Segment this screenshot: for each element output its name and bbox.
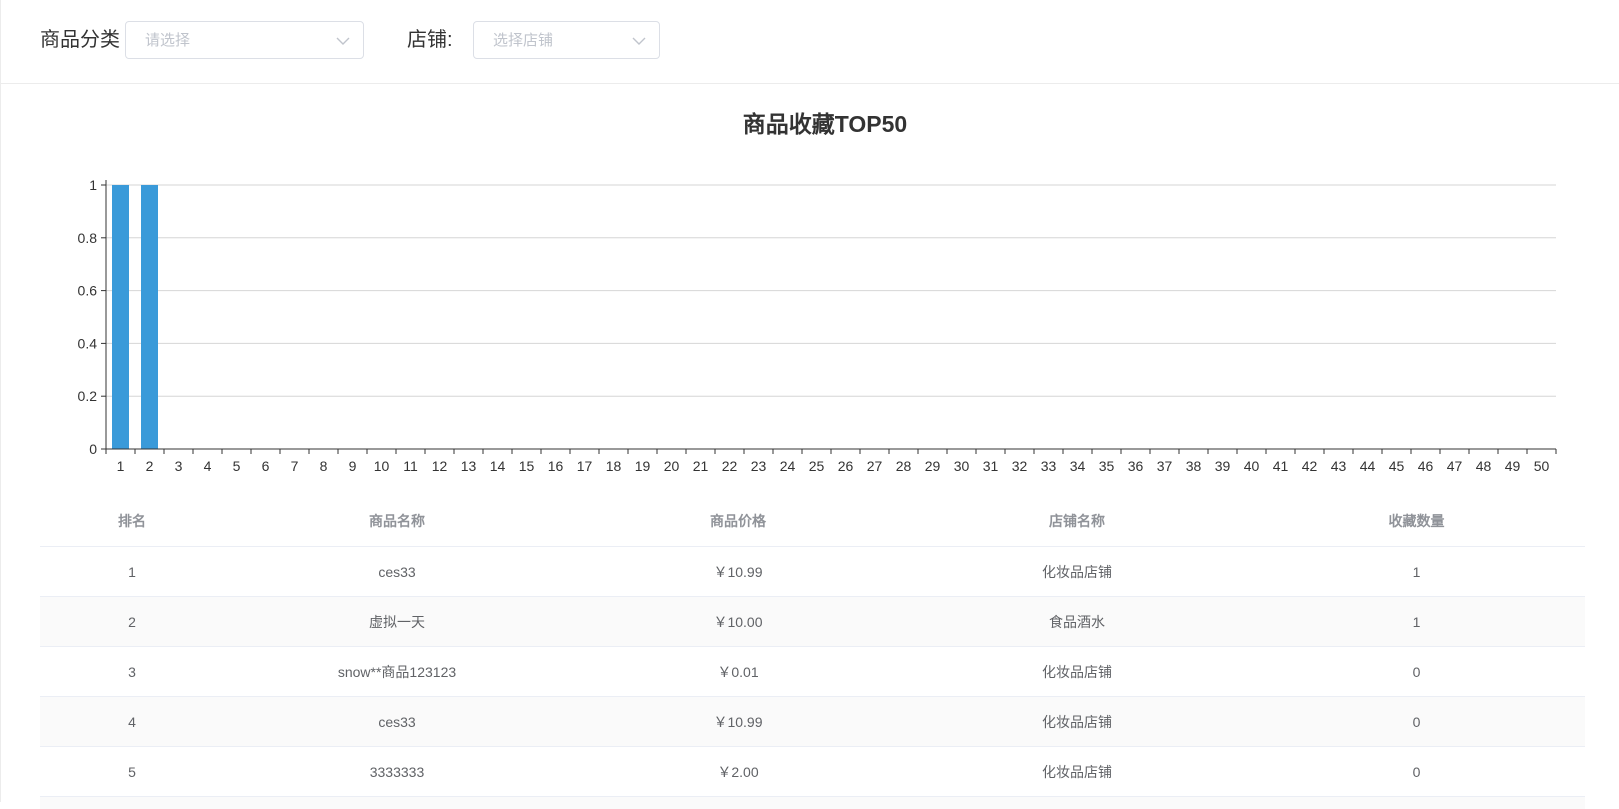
x-tick-label: 36 [1128, 458, 1144, 474]
x-tick-label: 30 [954, 458, 970, 474]
x-tick-label: 6 [262, 458, 270, 474]
x-tick-label: 37 [1157, 458, 1173, 474]
table-row: 5 3333333 ￥2.00 化妆品店铺 0 [40, 747, 1585, 797]
x-tick-label: 24 [780, 458, 796, 474]
cell-product-name: ces33 [224, 547, 570, 597]
x-tick-label: 46 [1418, 458, 1434, 474]
x-tick-label: 31 [983, 458, 999, 474]
y-tick-label: 0.2 [78, 388, 98, 404]
x-tick-label: 42 [1302, 458, 1318, 474]
x-tick-label: 28 [896, 458, 912, 474]
cell-product-price: ￥10.99 [570, 697, 906, 747]
x-tick-label: 9 [349, 458, 357, 474]
cell-product-name: 3333333 [224, 747, 570, 797]
col-header-product-price: 商品价格 [570, 496, 906, 547]
x-tick-label: 47 [1447, 458, 1463, 474]
bar [112, 185, 129, 449]
x-tick-label: 19 [635, 458, 651, 474]
table-header-row: 排名 商品名称 商品价格 店铺名称 收藏数量 [40, 496, 1585, 547]
x-tick-label: 45 [1389, 458, 1405, 474]
cell-rank: 1 [40, 547, 224, 597]
table-row: 3 snow**商品123123 ￥0.01 化妆品店铺 0 [40, 647, 1585, 697]
x-tick-label: 50 [1534, 458, 1550, 474]
x-tick-label: 13 [461, 458, 477, 474]
cell-shop-name: 化妆品店铺 [906, 697, 1248, 747]
x-tick-label: 11 [403, 458, 418, 474]
x-tick-label: 17 [577, 458, 593, 474]
table-row: 2 虚拟一天 ￥10.00 食品酒水 1 [40, 597, 1585, 647]
y-tick-label: 0.6 [78, 283, 98, 299]
table-row: 4 ces33 ￥10.99 化妆品店铺 0 [40, 697, 1585, 747]
x-tick-label: 26 [838, 458, 854, 474]
x-tick-label: 29 [925, 458, 941, 474]
bar-chart: 00.20.40.60.8112345678910111213141516171… [0, 0, 1619, 480]
cell-shop-name: 化妆品店铺 [906, 547, 1248, 597]
x-tick-label: 23 [751, 458, 767, 474]
x-tick-label: 34 [1070, 458, 1086, 474]
y-tick-label: 0.4 [78, 335, 98, 351]
x-tick-label: 22 [722, 458, 738, 474]
x-tick-label: 21 [693, 458, 709, 474]
col-header-shop-name: 店铺名称 [906, 496, 1248, 547]
x-tick-label: 2 [146, 458, 154, 474]
table-row-partial [40, 797, 1585, 809]
cell-product-price: ￥0.01 [570, 647, 906, 697]
x-tick-label: 33 [1041, 458, 1057, 474]
x-tick-label: 35 [1099, 458, 1115, 474]
col-header-favorite-count: 收藏数量 [1248, 496, 1585, 547]
x-tick-label: 20 [664, 458, 680, 474]
cell-product-name: snow**商品123123 [224, 647, 570, 697]
x-tick-label: 16 [548, 458, 564, 474]
x-tick-label: 10 [374, 458, 390, 474]
cell-rank: 3 [40, 647, 224, 697]
x-tick-label: 48 [1476, 458, 1492, 474]
x-tick-label: 12 [432, 458, 448, 474]
cell-rank: 4 [40, 697, 224, 747]
cell-favorite-count: 0 [1248, 697, 1585, 747]
x-tick-label: 41 [1273, 458, 1289, 474]
cell-favorite-count: 1 [1248, 547, 1585, 597]
cell-shop-name: 化妆品店铺 [906, 647, 1248, 697]
y-tick-label: 0 [89, 441, 97, 457]
cell-rank: 2 [40, 597, 224, 647]
x-tick-label: 43 [1331, 458, 1347, 474]
cell-favorite-count: 0 [1248, 747, 1585, 797]
x-tick-label: 3 [175, 458, 183, 474]
x-tick-label: 14 [490, 458, 506, 474]
cell-product-name: ces33 [224, 697, 570, 747]
x-tick-label: 7 [291, 458, 299, 474]
x-tick-label: 38 [1186, 458, 1202, 474]
x-tick-label: 5 [233, 458, 241, 474]
cell-favorite-count: 0 [1248, 647, 1585, 697]
y-tick-label: 0.8 [78, 230, 98, 246]
cell-product-price: ￥10.99 [570, 547, 906, 597]
x-tick-label: 4 [204, 458, 212, 474]
bar [141, 185, 158, 449]
x-tick-label: 27 [867, 458, 883, 474]
x-tick-label: 39 [1215, 458, 1231, 474]
cell-favorite-count: 1 [1248, 597, 1585, 647]
y-tick-label: 1 [89, 177, 97, 193]
table-row: 1 ces33 ￥10.99 化妆品店铺 1 [40, 547, 1585, 597]
col-header-product-name: 商品名称 [224, 496, 570, 547]
x-tick-label: 18 [606, 458, 622, 474]
x-tick-label: 8 [320, 458, 328, 474]
table-row [40, 797, 1585, 809]
cell-product-price: ￥2.00 [570, 747, 906, 797]
x-tick-label: 49 [1505, 458, 1521, 474]
x-tick-label: 15 [519, 458, 535, 474]
favorites-table: 排名 商品名称 商品价格 店铺名称 收藏数量 1 ces33 ￥10.99 化妆… [40, 496, 1585, 809]
x-tick-label: 1 [117, 458, 125, 474]
cell-shop-name: 食品酒水 [906, 597, 1248, 647]
x-tick-label: 44 [1360, 458, 1376, 474]
cell-shop-name: 化妆品店铺 [906, 747, 1248, 797]
col-header-rank: 排名 [40, 496, 224, 547]
cell-product-price: ￥10.00 [570, 597, 906, 647]
x-tick-label: 40 [1244, 458, 1260, 474]
cell-rank: 5 [40, 747, 224, 797]
x-tick-label: 25 [809, 458, 825, 474]
cell-product-name: 虚拟一天 [224, 597, 570, 647]
x-tick-label: 32 [1012, 458, 1028, 474]
